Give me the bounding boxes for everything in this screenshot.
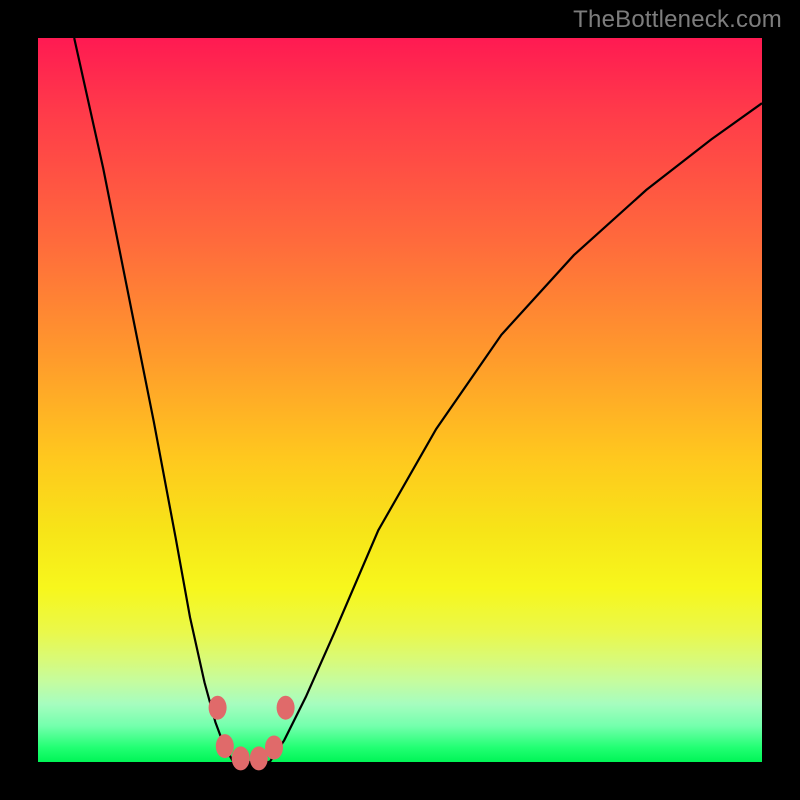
curve-marker: [265, 736, 283, 760]
curve-marker: [277, 696, 295, 720]
curve-marker: [216, 734, 234, 758]
curve-marker: [232, 746, 250, 770]
watermark-text: TheBottleneck.com: [573, 6, 782, 34]
curve-marker: [209, 696, 227, 720]
chart-plot-area: [38, 38, 762, 762]
chart-svg: [38, 38, 762, 762]
curve-markers: [209, 696, 295, 771]
curve-path: [74, 38, 762, 762]
chart-frame: TheBottleneck.com: [0, 0, 800, 800]
curve-marker: [250, 746, 268, 770]
